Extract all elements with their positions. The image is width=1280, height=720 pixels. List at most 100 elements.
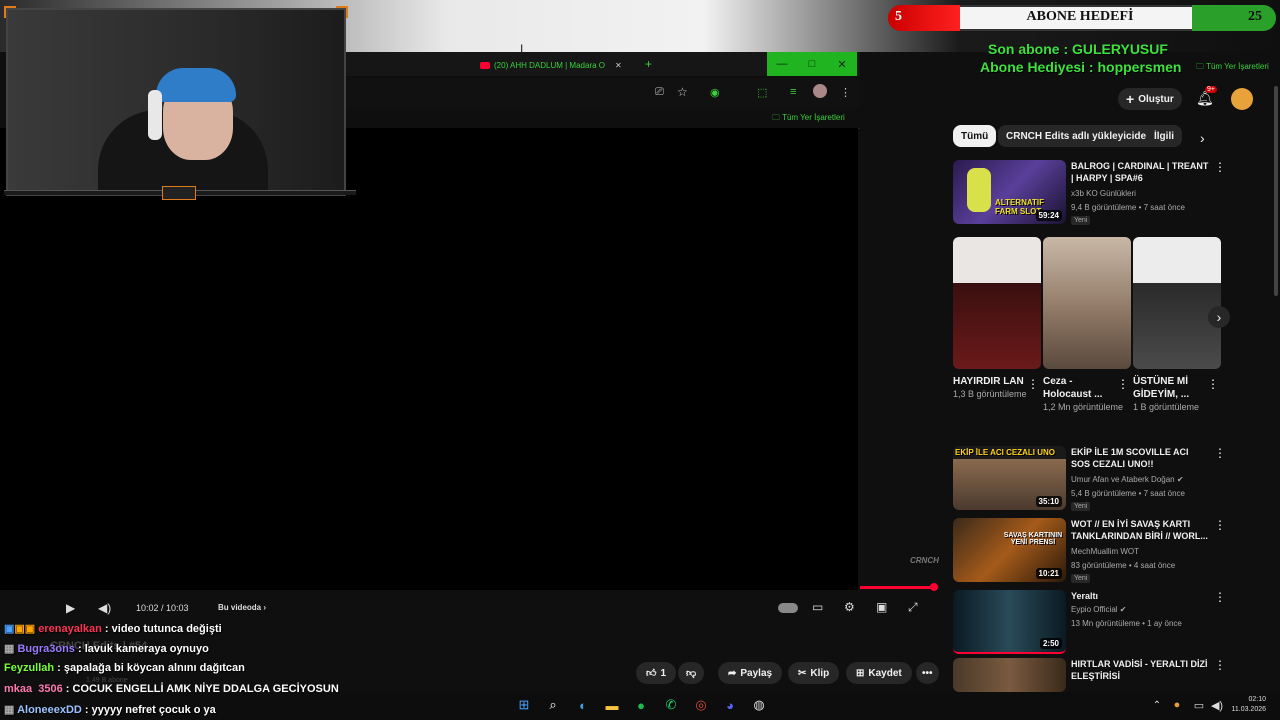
short-title[interactable]: Ceza - Holocaust ...: [1043, 375, 1117, 401]
bookmark-star-icon[interactable]: ☆: [677, 85, 688, 99]
subtitles-icon[interactable]: ▭: [812, 600, 823, 614]
short-item[interactable]: Ceza - Holocaust ... 1,2 Mn görüntüleme …: [1043, 237, 1131, 414]
profile-avatar-icon[interactable]: [813, 84, 827, 98]
more-options-icon[interactable]: ⋮: [1214, 518, 1226, 532]
chips-next-chevron-icon[interactable]: ›: [1200, 130, 1205, 146]
autoplay-toggle[interactable]: [778, 603, 798, 613]
theater-mode-icon[interactable]: ▣: [876, 600, 887, 614]
share-button[interactable]: ➦ Paylaş: [718, 662, 783, 684]
maximize-button[interactable]: □: [797, 52, 827, 76]
chapter-button[interactable]: Bu videoda ›: [218, 603, 266, 612]
youtube-icon: [480, 61, 490, 69]
short-title[interactable]: HAYIRDIR LAN: [953, 375, 1027, 388]
chat-username: AloneeexDD: [17, 704, 82, 716]
shorts-next-chevron-icon[interactable]: ›: [1208, 306, 1230, 328]
video-player[interactable]: [0, 128, 858, 590]
video-title[interactable]: Yeraltı: [1071, 590, 1209, 602]
extension-icon[interactable]: ◉: [710, 86, 720, 99]
network-icon[interactable]: ▭: [1190, 696, 1208, 714]
video-thumbnail[interactable]: EKİP İLE ACI CEZALI UNO 35:10: [953, 446, 1066, 510]
video-thumbnail[interactable]: [953, 658, 1066, 692]
video-thumbnail[interactable]: ALTERNATIF FARM SLOT 59:24: [953, 160, 1066, 224]
puzzle-icon[interactable]: ⬚: [757, 86, 767, 99]
chat-username: erenayalkan: [38, 623, 102, 635]
tray-app-icon[interactable]: ●: [1168, 696, 1186, 714]
more-options-icon[interactable]: ⋮: [1027, 377, 1039, 391]
dislike-button[interactable]: 👎︎: [678, 662, 705, 684]
chat-badge: ▦: [4, 704, 15, 716]
windows-start-icon[interactable]: ⊞: [515, 696, 533, 714]
settings-gear-icon[interactable]: ⚙: [844, 600, 855, 614]
short-views: 1,2 Mn görüntüleme: [1043, 402, 1124, 412]
short-item[interactable]: ÜSTÜNE Mİ GİDEYİM, ... 1 B görüntüleme ⋮: [1133, 237, 1221, 414]
create-button[interactable]: + Oluştur: [1118, 88, 1182, 110]
browser-tab[interactable]: (20) AHH DADLUM | Madara O ✕: [480, 56, 640, 74]
short-thumbnail[interactable]: [953, 237, 1041, 369]
chip-uploader[interactable]: CRNCH Edits adlı yükleyiciden: [998, 125, 1161, 147]
more-options-icon[interactable]: ⋮: [1214, 446, 1226, 460]
play-icon[interactable]: ▶: [66, 601, 75, 615]
thumbnail-figure: [967, 168, 991, 212]
search-icon[interactable]: ⌕: [544, 696, 562, 714]
page-scrollbar[interactable]: [1274, 86, 1278, 296]
chrome-icon[interactable]: ◎: [692, 696, 710, 714]
clip-button[interactable]: ✂ Klip: [788, 662, 840, 684]
edge-icon[interactable]: ◐: [574, 696, 592, 714]
video-title[interactable]: WOT // EN İYİ SAVAŞ KARTI TANKLARINDAN B…: [1071, 518, 1209, 542]
reading-list-icon[interactable]: ≡: [790, 86, 796, 98]
chat-text: : lavuk kameraya oynuyo: [74, 643, 209, 655]
video-thumbnail[interactable]: 2:50: [953, 590, 1066, 654]
chip-related[interactable]: İlgili: [1146, 125, 1182, 147]
video-title[interactable]: HIRTLAR VADİSİ - YERALTI DİZİ ELEŞTİRİSİ: [1071, 658, 1209, 682]
new-tab-button[interactable]: +: [645, 57, 652, 71]
user-avatar[interactable]: [1231, 88, 1253, 110]
short-thumbnail[interactable]: [1133, 237, 1221, 369]
more-options-icon[interactable]: ⋮: [1117, 377, 1129, 391]
browser-menu-icon[interactable]: ⋮: [840, 86, 851, 99]
close-window-button[interactable]: ✕: [827, 52, 857, 76]
cast-icon[interactable]: ⎚: [655, 86, 664, 99]
more-options-icon[interactable]: ⋮: [1214, 658, 1226, 672]
spotify-icon[interactable]: ●: [632, 696, 650, 714]
tab-title: (20) AHH DADLUM | Madara O: [494, 60, 605, 70]
volume-icon[interactable]: ◀): [98, 601, 111, 615]
chip-all[interactable]: Tümü: [953, 125, 997, 147]
like-button[interactable]: 👍︎ 1: [636, 662, 677, 684]
taskbar-clock[interactable]: 02:10 11.03.2026: [1222, 695, 1266, 715]
verified-icon: ✔: [1119, 605, 1127, 614]
channel-name[interactable]: x3b KO Günlükleri: [1071, 189, 1136, 198]
short-title[interactable]: ÜSTÜNE Mİ GİDEYİM, ...: [1133, 375, 1207, 401]
channel-name[interactable]: Eypio Official ✔: [1071, 605, 1126, 614]
all-bookmarks-link[interactable]: 🗀 Tüm Yer İşaretleri: [772, 112, 845, 126]
video-title[interactable]: EKİP İLE 1M SCOVILLE ACI SOS CEZALI UNO!…: [1071, 446, 1209, 470]
close-tab-icon[interactable]: ✕: [615, 61, 622, 70]
tray-chevron-icon[interactable]: ⌃: [1148, 696, 1166, 714]
minimize-button[interactable]: —: [767, 52, 797, 76]
chat-message: Feyzullah : şapalağa bi köycan alnını da…: [4, 662, 245, 674]
progress-bar[interactable]: [860, 586, 936, 589]
more-actions-button[interactable]: •••: [916, 662, 939, 684]
channel-name[interactable]: MechMuallim WOT: [1071, 547, 1139, 556]
save-button[interactable]: ⊞ Kaydet: [846, 662, 912, 684]
progress-scrubber[interactable]: [930, 583, 938, 591]
all-bookmarks-link-right[interactable]: 🗀 Tüm Yer İşaretleri: [1196, 61, 1269, 75]
obs-icon[interactable]: ◍: [750, 696, 768, 714]
video-title[interactable]: BALROG | CARDINAL | TREANT | HARPY | SPA…: [1071, 160, 1209, 184]
short-views: 1 B görüntüleme: [1133, 402, 1200, 412]
short-thumbnail[interactable]: [1043, 237, 1131, 369]
more-options-icon[interactable]: ⋮: [1214, 590, 1226, 604]
file-explorer-icon[interactable]: ▬: [603, 696, 621, 714]
subscriber-goal-target: 25: [1248, 9, 1262, 24]
fullscreen-icon[interactable]: ⤢: [908, 600, 918, 615]
discord-icon[interactable]: ◕: [721, 696, 739, 714]
more-options-icon[interactable]: ⋮: [1207, 377, 1219, 391]
browser-address-bar[interactable]: [345, 78, 860, 108]
chat-text: : yyyyy nefret çocuk o ya: [81, 704, 216, 716]
video-thumbnail[interactable]: SAVAŞ KARTININ YENİ PRENSİ 10:21: [953, 518, 1066, 582]
frame-corner-tr: [336, 6, 348, 18]
more-options-icon[interactable]: ⋮: [1214, 160, 1226, 174]
short-item[interactable]: HAYIRDIR LAN 1,3 B görüntüleme ⋮: [953, 237, 1041, 401]
chat-text: : şapalağa bi köycan alnını dağıtcan: [54, 662, 245, 674]
whatsapp-icon[interactable]: ✆: [662, 696, 680, 714]
channel-name[interactable]: Umur Afan ve Ataberk Doğan ✔: [1071, 475, 1184, 484]
